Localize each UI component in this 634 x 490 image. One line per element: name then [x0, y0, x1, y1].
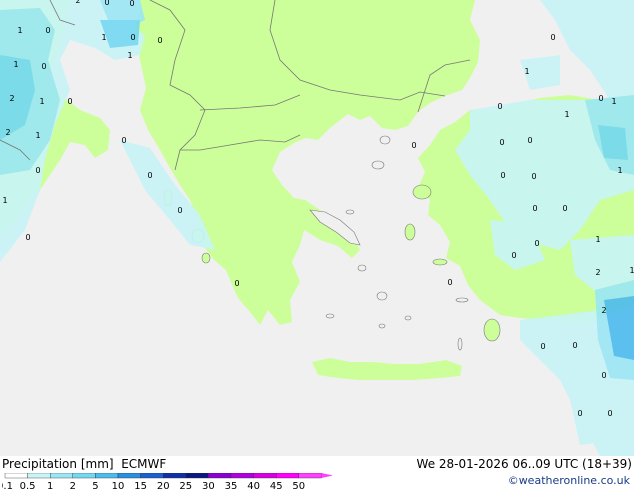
scale-tick-label: 0.1	[2, 481, 13, 490]
island-samos	[432, 258, 448, 266]
island-chios	[404, 223, 416, 241]
precipitation-map: 2 0 0 1 0 0 0 1 1 2 1 0 2 1 0 1 0 0 0 0 1 0 0 0 1 0 0 1 1 0 0 0 0 0 1 0 0 0 1 0…	[0, 0, 634, 456]
precip-point-value: 0	[447, 278, 452, 287]
scale-swatch	[298, 473, 322, 479]
precip-point-value: 1	[13, 60, 18, 69]
precip-point-value: 0	[104, 0, 109, 7]
precip-point-value: 1	[39, 97, 44, 106]
scale-tick-label: 2	[70, 481, 76, 490]
legend-bar: Precipitation [mm] ECMWF We 28-01-2026 0…	[0, 456, 634, 490]
scale-swatch	[27, 473, 51, 479]
scale-tick-label: 10	[112, 481, 125, 490]
precip-point-value: 0	[534, 239, 539, 248]
scale-tick-label: 50	[292, 481, 305, 490]
scale-tick-label: 1	[47, 481, 53, 490]
scale-swatch	[72, 473, 96, 479]
precip-point-value: 0	[35, 166, 40, 175]
scale-tick-label: 15	[134, 481, 147, 490]
precip-point-value: 0	[25, 233, 30, 242]
precip-point-value: 1	[524, 67, 529, 76]
precip-point-value: 0	[562, 204, 567, 213]
precip-point-value: 0	[531, 172, 536, 181]
precip-point-value: 1	[35, 131, 40, 140]
scale-swatch	[230, 473, 254, 479]
precip-point-value: 2	[5, 128, 10, 137]
scale-swatch	[208, 473, 232, 479]
legend-variable: Precipitation [mm]	[2, 457, 114, 471]
scale-swatch	[95, 473, 119, 479]
island-lesbos	[412, 184, 432, 200]
precip-point-value: 0	[601, 371, 606, 380]
precip-point-value: 0	[129, 0, 134, 8]
scale-swatch	[253, 473, 277, 479]
precip-point-value: 0	[540, 342, 545, 351]
legend-title: Precipitation [mm] ECMWF	[2, 457, 166, 471]
precip-point-value: 0	[411, 141, 416, 150]
scale-tick-label: 45	[270, 481, 283, 490]
precip-point-value: 0	[497, 102, 502, 111]
precip-point-value: 1	[611, 97, 616, 106]
scale-tick-label: 20	[157, 481, 170, 490]
scale-tick-label: 35	[225, 481, 238, 490]
precip-point-value: 0	[147, 171, 152, 180]
precip-color-scale: 0.10.5125101520253035404550	[2, 473, 332, 490]
precip-point-value: 0	[550, 33, 555, 42]
scale-swatch	[185, 473, 209, 479]
scale-swatch	[117, 473, 141, 479]
island-rhodes	[483, 318, 501, 342]
precip-point-value: 0	[607, 409, 612, 418]
precip-point-value: 2	[9, 94, 14, 103]
legend-model: ECMWF	[121, 457, 167, 471]
island-zakynthos	[201, 252, 211, 264]
scale-swatch	[50, 473, 74, 479]
precip-point-value: 2	[595, 268, 600, 277]
scale-swatch	[4, 473, 28, 479]
precip-point-value: 1	[127, 51, 132, 60]
precip-point-value: 0	[234, 279, 239, 288]
precip-point-value: 1	[595, 235, 600, 244]
precip-point-value: 0	[157, 36, 162, 45]
forecast-datetime: We 28-01-2026 06..09 UTC (18+39)	[416, 457, 632, 471]
precip-point-value: 1	[17, 26, 22, 35]
scale-overflow-arrow	[321, 473, 332, 478]
precip-point-value: 1	[564, 110, 569, 119]
scale-tick-label: 5	[92, 481, 98, 490]
precip-point-value: 0	[500, 171, 505, 180]
precip-point-value: 0	[532, 204, 537, 213]
scale-tick-label: 30	[202, 481, 215, 490]
precip-point-value: 0	[41, 62, 46, 71]
scale-tick-label: 25	[179, 481, 192, 490]
precip-point-value: 2	[75, 0, 80, 5]
precip-point-value: 0	[130, 33, 135, 42]
precip-point-value: 0	[67, 97, 72, 106]
scale-tick-label: 0.5	[20, 481, 36, 490]
precip-point-value: 0	[598, 94, 603, 103]
precip-point-value: 1	[617, 166, 622, 175]
precip-point-value: 0	[572, 341, 577, 350]
precip-point-value: 0	[499, 138, 504, 147]
precip-point-value: 0	[577, 409, 582, 418]
precip-point-value: 0	[511, 251, 516, 260]
precip-point-value: 2	[601, 306, 606, 315]
precip-point-value: 0	[177, 206, 182, 215]
scale-swatch	[140, 473, 164, 479]
precip-point-value: 0	[527, 136, 532, 145]
scale-tick-label: 40	[247, 481, 260, 490]
credit-link[interactable]: ©weatheronline.co.uk	[508, 474, 630, 487]
scale-swatch	[162, 473, 186, 479]
precip-point-value: 1	[101, 33, 106, 42]
precip-point-value: 0	[121, 136, 126, 145]
precip-point-value: 1	[2, 196, 7, 205]
precip-point-value: 1	[629, 266, 634, 275]
precip-point-value: 0	[45, 26, 50, 35]
scale-swatch	[276, 473, 300, 479]
